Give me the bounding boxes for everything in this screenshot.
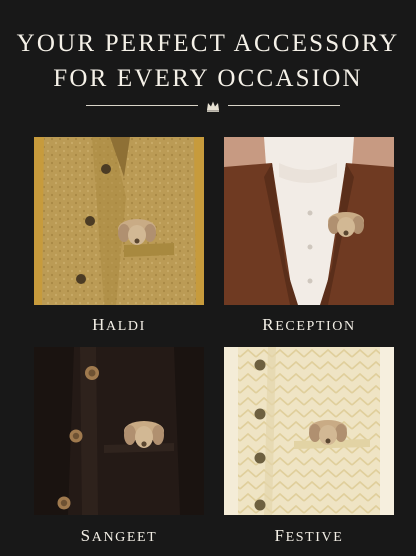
divider-line-left [86,105,198,106]
headline-line-1: Your Perfect Accessory [16,30,400,57]
dog-brooch-icon [309,420,347,445]
caption-festive: Festive [274,526,344,545]
dog-brooch-icon [118,219,156,245]
ornamental-divider [86,100,340,112]
occasion-photo-reception[interactable] [224,137,394,305]
crown-icon [207,101,219,112]
dog-brooch-icon [328,212,364,237]
occasion-photo-festive[interactable] [224,347,394,515]
caption-haldi: Haldi [92,315,146,334]
occasion-photo-haldi[interactable] [34,137,204,305]
headline-line-2: For Every Occasion [53,65,363,92]
occasion-photo-sangeet[interactable] [34,347,204,515]
dog-brooch-icon [124,421,164,448]
caption-reception: Reception [262,315,356,334]
divider-line-right [228,105,340,106]
headline: Your Perfect Accessory For Every Occasio… [0,26,416,96]
caption-sangeet: Sangeet [80,526,158,545]
